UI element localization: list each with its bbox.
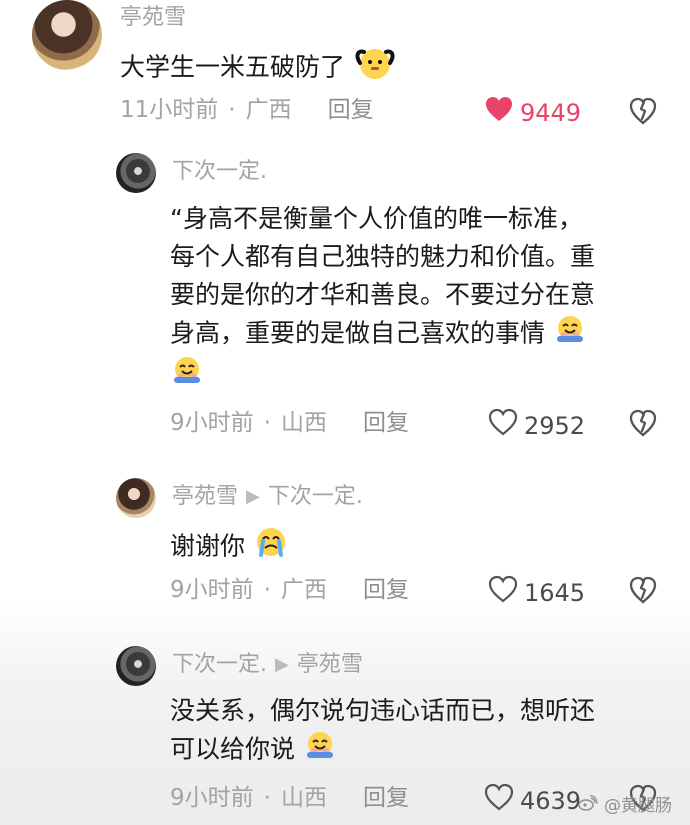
reply-button[interactable]: 回复	[363, 408, 409, 438]
comment-line-text: 身高，重要的是做自己喜欢的事情	[170, 318, 546, 348]
username[interactable]: 下次一定.	[172, 651, 267, 679]
like-count: 1645	[524, 578, 586, 607]
reply-arrow-icon: ▶	[246, 486, 260, 507]
comment-2: 下次一定. “身高不是衡量个人价值的唯一标准， 每个人都有自己独特的魅力和价值。…	[0, 145, 690, 445]
reply-button[interactable]: 回复	[363, 575, 409, 605]
weibo-icon	[576, 794, 598, 817]
reply-button[interactable]: 回复	[363, 783, 409, 813]
like-button[interactable]: 4639	[484, 783, 581, 818]
like-button[interactable]: 2952	[488, 408, 585, 443]
comment-meta: 9小时前 · 山西 回复	[170, 408, 409, 438]
username[interactable]: 亭苑雪	[172, 483, 238, 511]
comment-3: 亭苑雪 ▶ 下次一定. 谢谢你 9小时前 · 广西 回复 1645	[0, 474, 690, 624]
watermark-text: @黄腿肠	[604, 795, 672, 816]
hug-emoji-icon	[170, 355, 204, 396]
meta-dot: ·	[263, 785, 271, 811]
hug-emoji-icon	[303, 730, 337, 771]
reply-to-username[interactable]: 亭苑雪	[297, 651, 363, 679]
reply-button[interactable]: 回复	[328, 95, 374, 125]
timestamp: 9小时前	[170, 785, 254, 811]
comment-text-body: 大学生一米五破防了	[120, 52, 346, 82]
comment-meta: 9小时前 · 山西 回复	[170, 783, 409, 813]
reply-arrow-icon: ▶	[275, 654, 289, 675]
location: 山西	[280, 410, 327, 436]
reply-to-username[interactable]: 下次一定.	[268, 483, 363, 511]
comment-1: 亭苑雪 大学生一米五破防了 11小时前 · 广西 回复 9449	[0, 0, 690, 135]
meta-dot: ·	[263, 410, 271, 436]
timestamp: 11小时前	[120, 97, 219, 123]
crying-emoji-icon	[253, 525, 289, 570]
comment-line-text: 可以给你说	[170, 734, 296, 764]
comment-text-body: 谢谢你	[170, 531, 246, 561]
like-count: 4639	[520, 786, 582, 815]
like-count: 9449	[520, 98, 582, 127]
meta-dot: ·	[228, 97, 236, 123]
timestamp: 9小时前	[170, 410, 254, 436]
location: 山西	[280, 785, 327, 811]
watermark: @黄腿肠	[576, 794, 672, 817]
heart-outline-icon	[484, 783, 514, 818]
comment-line: “身高不是衡量个人价值的唯一标准，	[170, 204, 583, 233]
comment-line: 没关系，偶尔说句违心话而已，想听还	[170, 696, 596, 725]
heart-outline-icon	[488, 408, 518, 443]
hug-emoji-icon	[553, 314, 587, 355]
username[interactable]: 下次一定.	[172, 158, 267, 186]
heart-outline-icon	[488, 575, 518, 610]
like-count: 2952	[524, 411, 586, 440]
like-button[interactable]: 1645	[488, 575, 585, 610]
heart-filled-icon	[484, 95, 514, 130]
comment-text: 谢谢你	[170, 525, 289, 570]
location: 广西	[280, 577, 327, 603]
avatar[interactable]	[116, 646, 156, 686]
dislike-icon[interactable]	[628, 408, 658, 438]
dislike-icon[interactable]	[628, 96, 658, 126]
avatar[interactable]	[116, 153, 156, 193]
comment-text: “身高不是衡量个人价值的唯一标准， 每个人都有自己独特的魅力和价值。重 要的是你…	[170, 200, 595, 396]
comment-line: 每个人都有自己独特的魅力和价值。重	[170, 242, 596, 271]
timestamp: 9小时前	[170, 577, 254, 603]
comment-line: 身高，重要的是做自己喜欢的事情	[170, 314, 595, 355]
like-button[interactable]: 9449	[484, 95, 581, 130]
username-thread: 下次一定. ▶ 亭苑雪	[172, 651, 363, 679]
comment-meta: 9小时前 · 广西 回复	[170, 575, 409, 605]
dislike-icon[interactable]	[628, 575, 658, 605]
avatar[interactable]	[32, 0, 102, 70]
comment-meta: 11小时前 · 广西 回复	[120, 95, 374, 125]
username[interactable]: 亭苑雪	[120, 4, 186, 32]
comment-line: 要的是你的才华和善良。不要过分在意	[170, 280, 596, 309]
comment-line: 可以给你说	[170, 730, 595, 771]
avatar[interactable]	[116, 478, 156, 518]
comments-screen: { "comments": [ { "username": "亭苑雪", "co…	[0, 0, 690, 825]
comment-text: 大学生一米五破防了	[120, 44, 397, 93]
meta-dot: ·	[263, 577, 271, 603]
dog-emoji-icon	[353, 44, 397, 93]
username-thread: 亭苑雪 ▶ 下次一定.	[172, 483, 363, 511]
comment-text: 没关系，偶尔说句违心话而已，想听还 可以给你说	[170, 692, 595, 771]
location: 广西	[245, 97, 292, 123]
comment-line	[170, 355, 595, 396]
